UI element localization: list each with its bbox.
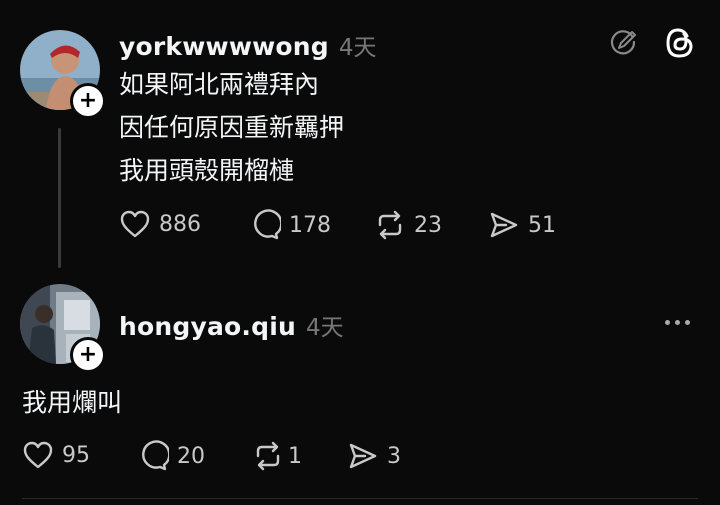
post-time: 4天 — [338, 35, 377, 61]
share-icon — [349, 443, 377, 469]
post-header: hongyao.qiu 4天 — [119, 308, 344, 342]
post-header: yorkwwwwong 4天 — [119, 28, 377, 62]
post-body: 如果阿北兩禮拜內 因任何原因重新羈押 我用頭殼開榴槤 — [119, 63, 344, 192]
post-text-line: 如果阿北兩禮拜內 — [119, 70, 320, 99]
share-button[interactable]: 3 — [347, 440, 401, 472]
heart-icon — [120, 210, 150, 238]
comment-count: 178 — [289, 212, 331, 238]
post-body: 我用爛叫 — [22, 381, 122, 424]
post-text-line: 我用爛叫 — [22, 388, 123, 417]
threads-logo-icon[interactable] — [664, 26, 696, 64]
follow-plus-icon[interactable]: + — [70, 337, 106, 373]
like-button[interactable]: 95 — [22, 440, 90, 470]
like-button[interactable]: 886 — [119, 209, 201, 239]
comment-button[interactable]: 178 — [249, 209, 331, 241]
post-divider — [22, 498, 698, 499]
follow-plus-icon[interactable]: + — [70, 83, 106, 119]
like-count: 95 — [62, 442, 90, 468]
post-text-line: 因任何原因重新羈押 — [119, 113, 345, 142]
more-dots-icon[interactable] — [665, 320, 690, 325]
username[interactable]: hongyao.qiu — [119, 312, 296, 341]
comment-icon — [254, 209, 281, 240]
thread-connector-line — [58, 128, 61, 268]
share-icon — [490, 212, 518, 238]
post-text-line: 我用頭殼開榴槤 — [119, 156, 295, 185]
comment-button[interactable]: 20 — [137, 440, 205, 472]
edit-circle-icon[interactable] — [608, 27, 638, 61]
share-count: 51 — [528, 212, 556, 238]
repost-count: 1 — [288, 443, 302, 469]
repost-count: 23 — [414, 212, 442, 238]
post-time: 4天 — [305, 315, 344, 341]
repost-button[interactable]: 23 — [374, 209, 442, 241]
comment-count: 20 — [177, 443, 205, 469]
repost-icon — [378, 210, 402, 240]
like-count: 886 — [159, 211, 201, 237]
share-button[interactable]: 51 — [488, 209, 556, 241]
heart-icon — [23, 441, 53, 469]
repost-icon — [256, 441, 280, 471]
share-count: 3 — [387, 443, 401, 469]
username[interactable]: yorkwwwwong — [119, 32, 329, 61]
comment-icon — [142, 440, 169, 471]
repost-button[interactable]: 1 — [252, 440, 302, 472]
